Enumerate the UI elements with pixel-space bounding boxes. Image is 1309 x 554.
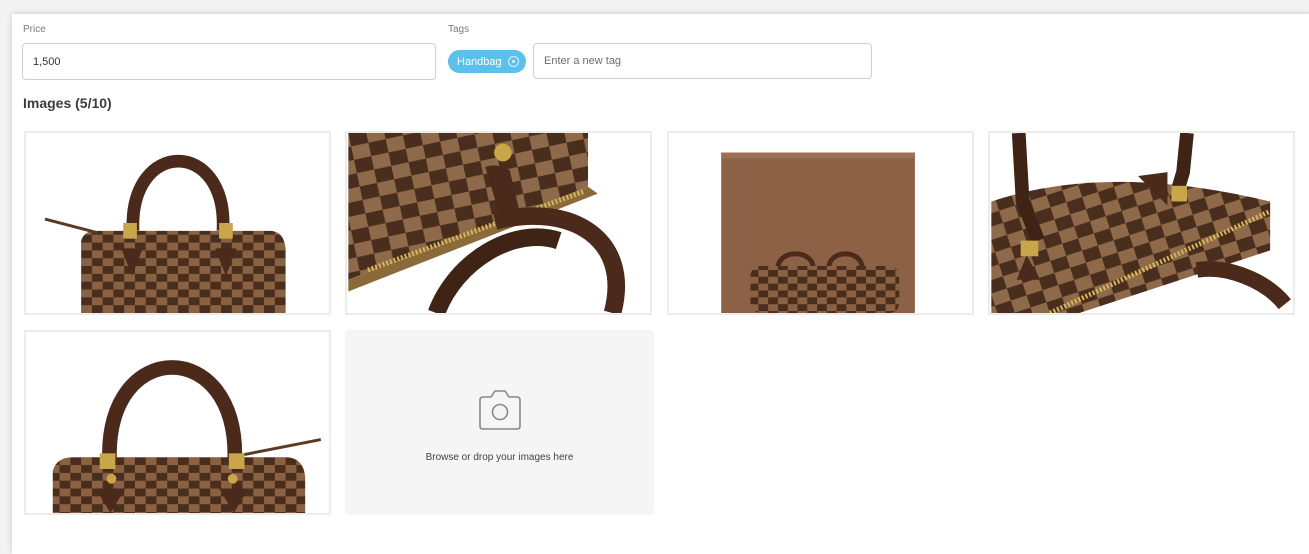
images-heading: Images (5/10) [23, 95, 112, 111]
image-thumbnail-1[interactable] [24, 131, 331, 315]
price-label: Price [23, 24, 46, 35]
image-upload-dropzone[interactable]: Browse or drop your images here [345, 330, 654, 515]
handbag-front-closeup-image [27, 332, 328, 513]
handbag-top-handles-image [991, 133, 1292, 313]
image-thumbnail-4[interactable] [988, 131, 1295, 315]
tag-chip-label: Handbag [457, 55, 502, 68]
dropzone-text: Browse or drop your images here [425, 452, 574, 463]
handbag-front-image [27, 133, 328, 313]
image-thumbnail-5[interactable] [24, 330, 331, 515]
tag-chip-handbag: Handbag [448, 50, 526, 73]
tags-label: Tags [448, 24, 470, 35]
price-input[interactable] [22, 43, 436, 80]
image-thumbnail-2[interactable] [345, 131, 652, 315]
camera-icon [479, 390, 521, 430]
box-with-handbag-image [670, 133, 971, 313]
image-thumbnail-3[interactable] [667, 131, 974, 315]
remove-circle-icon[interactable] [507, 56, 519, 67]
tag-input[interactable] [533, 43, 872, 79]
handbag-closeup-image [348, 133, 649, 313]
